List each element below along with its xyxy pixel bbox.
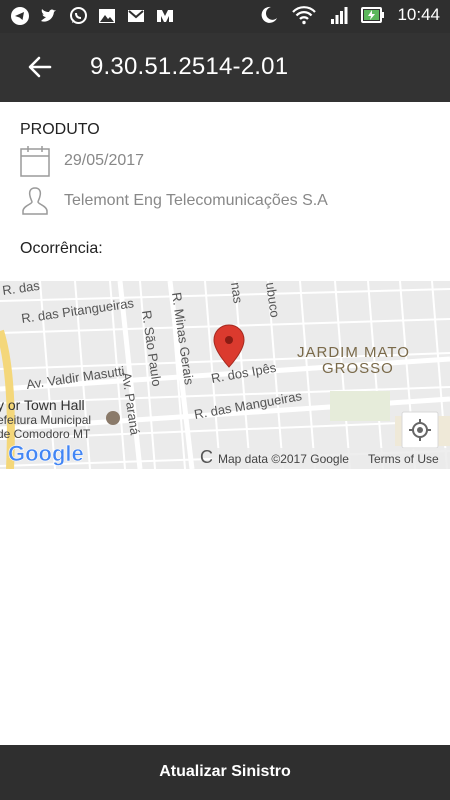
company-row: Telemont Eng Telecomunicações S.A [20,185,328,217]
notification-icons [10,6,175,26]
occurrence-label: Ocorrência: [20,240,103,257]
poi-label: de Comodoro MT [0,427,91,441]
app-bar: 9.30.51.2514-2.01 [0,33,450,102]
wifi-icon [291,5,317,25]
back-arrow-icon[interactable] [26,53,54,81]
my-location-button[interactable] [401,411,439,449]
gallery-icon [97,6,117,26]
user-icon [20,185,50,217]
date-row: 29/05/2017 [20,145,144,177]
google-logo: Google [8,441,84,466]
page-title: 9.30.51.2514-2.01 [90,53,289,80]
update-claim-button[interactable]: Atualizar Sinistro [0,745,450,800]
town-hall-icon [106,411,120,425]
gmail-icon [126,6,146,26]
app-icon [155,6,175,26]
date-value: 29/05/2017 [64,152,145,169]
battery-icon [361,5,385,25]
whatsapp-icon [68,6,88,26]
status-bar: 10:44 [0,0,450,33]
poi-label: y or Town Hall [0,397,85,413]
twitter-icon [39,6,59,26]
terms-of-use-link[interactable]: Terms of Use [368,452,439,466]
signal-icon [329,5,349,25]
company-name: Telemont Eng Telecomunicações S.A [64,192,328,209]
clock: 10:44 [397,5,440,24]
map-attribution: Map data ©2017 Google [218,452,349,466]
poi-label: efeitura Municipal [0,413,91,427]
map-view[interactable]: R. das R. das Pitangueiras Av. Valdir Ma… [0,281,450,469]
section-label: PRODUTO [20,121,100,138]
street-label: nas [228,281,246,304]
calendar-icon [20,145,50,177]
district-label: JARDIM MATO [297,344,410,361]
map-canvas[interactable]: R. das R. das Pitangueiras Av. Valdir Ma… [0,281,450,469]
system-icons: 10:44 [259,5,440,25]
moon-icon [259,5,279,25]
map-partial-label: C [200,447,213,467]
district-label: GROSSO [322,360,394,377]
telegram-icon [10,6,30,26]
update-claim-label: Atualizar Sinistro [159,763,291,780]
